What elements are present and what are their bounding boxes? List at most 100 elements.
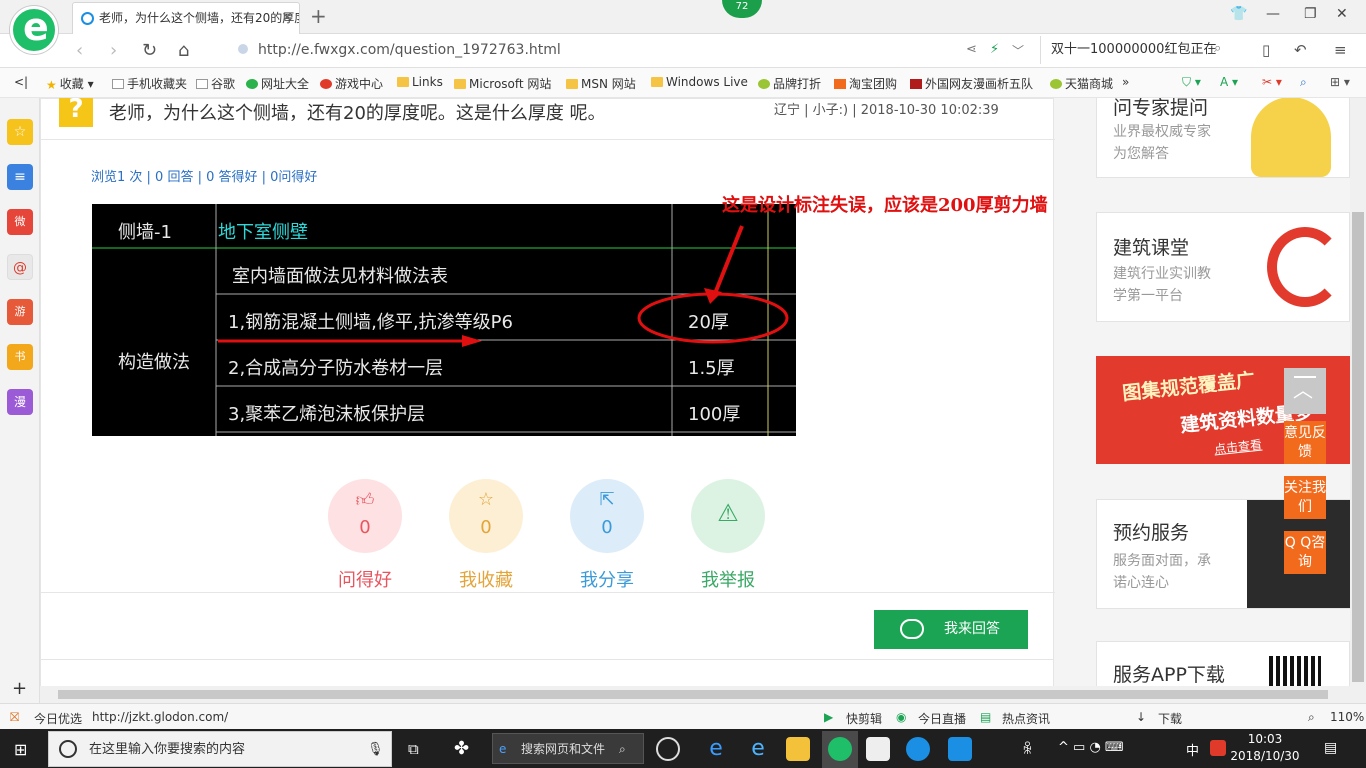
file-explorer-icon[interactable] [786, 737, 810, 761]
feedback-button[interactable]: 意见反馈 [1284, 421, 1326, 464]
reload-icon[interactable]: ↻ [142, 40, 157, 61]
home-icon[interactable]: ⌂ [178, 40, 189, 61]
scissors-icon[interactable]: ✂ ▾ [1262, 75, 1282, 89]
favorite-label[interactable]: 我收藏 [436, 566, 536, 592]
swirl-app-icon[interactable] [656, 737, 680, 761]
bookmark-brand[interactable]: 品牌打折 [758, 75, 821, 92]
add-sidebar-button[interactable]: + [12, 678, 27, 699]
favorites-star-icon[interactable]: ☆ [7, 119, 33, 145]
taskbar-search-input[interactable]: 在这里输入你要搜索的内容 🎙︎ [48, 731, 392, 767]
glodon-app-icon[interactable] [906, 737, 930, 761]
download-icon[interactable]: ↓ [1136, 710, 1146, 724]
today-picks[interactable]: 今日优选 [34, 710, 82, 727]
follow-button[interactable]: 关注我们 [1284, 476, 1326, 519]
maximize-icon[interactable]: ❐ [1304, 6, 1317, 22]
bookmark-favorites[interactable]: ★ 收藏 ▾ [46, 75, 94, 92]
menu-icon[interactable]: ≡ [1334, 41, 1347, 59]
favorite-button[interactable]: ☆ 0 [449, 479, 523, 553]
bookmark-mobile[interactable]: 手机收藏夹 [112, 75, 187, 92]
people-icon[interactable]: ꆜ [1022, 740, 1033, 758]
sogou-icon[interactable] [1210, 740, 1226, 756]
list-icon[interactable]: ≡ [7, 164, 33, 190]
app-card[interactable]: 服务APP下载 [1096, 641, 1350, 686]
windows-start-icon[interactable]: ⊞ [14, 740, 27, 759]
ie-icon[interactable]: e [746, 737, 770, 761]
ime-indicator[interactable]: 中 [1186, 740, 1199, 759]
game-icon[interactable]: 游 [7, 299, 33, 325]
shield-icon[interactable]: ⛉ ▾ [1182, 75, 1201, 90]
collapse-icon[interactable]: <| [14, 75, 28, 89]
more-bookmarks-icon[interactable]: » [1122, 75, 1129, 89]
qq-consult-button[interactable]: Q Q咨询 [1284, 531, 1326, 574]
news-link[interactable]: 热点资讯 [1002, 710, 1050, 727]
site-info-icon[interactable] [238, 44, 248, 54]
taskbar-browser-active[interactable] [822, 731, 858, 768]
minimize-icon[interactable]: — [1266, 6, 1280, 22]
bookmark-games[interactable]: 游戏中心 [320, 75, 383, 92]
kuaijian-link[interactable]: 快剪辑 [846, 710, 882, 727]
magnifier-icon[interactable]: ⌕ [1300, 75, 1307, 90]
edge-icon[interactable]: e [704, 737, 728, 761]
book-icon[interactable]: 书 [7, 344, 33, 370]
mail-app-icon[interactable] [866, 737, 890, 761]
bookmark-google[interactable]: 谷歌 [196, 75, 235, 92]
microphone-icon[interactable]: 🎙︎ [367, 732, 384, 768]
tray-icons[interactable]: ^ ▭ ◔ ⌨ [1058, 740, 1124, 755]
search-icon[interactable]: ⌕ [619, 734, 626, 764]
bookmark-microsoft[interactable]: Microsoft 网站 [454, 75, 551, 92]
good-question-button[interactable]: 👍︎ 0 [328, 479, 402, 553]
zoom-icon[interactable]: ⌕ [1308, 710, 1315, 725]
gift-icon[interactable]: ⛝ [10, 710, 19, 725]
lightning-icon[interactable]: ⚡ [990, 42, 999, 57]
bookmark-taobao[interactable]: 淘宝团购 [834, 75, 897, 92]
grid-icon[interactable]: ⊞ ▾ [1330, 75, 1350, 89]
bookmark-hao[interactable]: 网址大全 [246, 75, 309, 92]
share-label[interactable]: 我分享 [557, 566, 657, 592]
tab-active[interactable]: 老师，为什么这个侧墙，还有20的厚度呢。这是什么厚度 呢。 ✕ [72, 2, 300, 34]
share-button[interactable]: ⇱ 0 [570, 479, 644, 553]
comic-icon[interactable]: 漫 [7, 389, 33, 415]
question-stats[interactable]: 浏览1 次 | 0 回答 | 0 答得好 | 0问得好 [91, 166, 317, 185]
horizontal-scroll-thumb[interactable] [58, 690, 1328, 699]
translate-icon[interactable]: A ▾ [1220, 75, 1238, 89]
task-view-icon[interactable]: ⧉ [408, 740, 419, 758]
course-card[interactable]: 建筑课堂 建筑行业实训教 学第一平台 [1096, 212, 1350, 322]
mail-icon[interactable]: @ [7, 254, 33, 280]
search-icon[interactable]: ⌕ [1214, 41, 1221, 56]
share-icon[interactable]: ⋖ [966, 42, 977, 57]
forward-icon[interactable]: › [110, 40, 117, 61]
weibo-icon[interactable]: 微 [7, 209, 33, 235]
bookmark-links[interactable]: Links [397, 75, 443, 89]
close-window-icon[interactable]: ✕ [1336, 6, 1348, 22]
web-search-box[interactable]: e 搜索网页和文件 ⌕ [492, 733, 644, 764]
search-input[interactable]: 双十一100000000红包正在 [1040, 36, 1238, 64]
url-input[interactable]: http://e.fwxgx.com/question_1972763.html [238, 36, 958, 64]
back-to-top-button[interactable]: ︿ [1284, 368, 1326, 414]
report-button[interactable]: ⚠ [691, 479, 765, 553]
new-tab-button[interactable]: + [310, 4, 327, 28]
plus-app-icon[interactable] [948, 737, 972, 761]
promo-link[interactable]: 点击查看 [1213, 436, 1263, 458]
mobile-icon[interactable]: ▯ [1262, 41, 1270, 59]
back-icon[interactable]: ‹ [76, 40, 83, 61]
notification-center-icon[interactable]: ▤ [1324, 740, 1337, 756]
download-link[interactable]: 下载 [1158, 710, 1182, 727]
vertical-scroll-thumb[interactable] [1352, 212, 1364, 682]
good-question-label[interactable]: 问得好 [315, 566, 415, 592]
live-link[interactable]: 今日直播 [918, 710, 966, 727]
bookmark-windows-live[interactable]: Windows Live [651, 75, 748, 89]
pinwheel-icon[interactable]: ✤ [454, 738, 469, 759]
bookmark-msn[interactable]: MSN 网站 [566, 75, 636, 92]
cad-drawing-image[interactable]: 侧墙-1 地下室侧壁 室内墙面做法见材料做法表 1,钢筋混凝土侧墙,修平,抗渗等… [92, 204, 796, 436]
system-clock[interactable]: 10:03 2018/10/30 [1230, 731, 1300, 765]
shirt-icon[interactable]: 👕 [1230, 6, 1247, 22]
chevron-down-icon[interactable]: ﹀ [1012, 42, 1024, 59]
bookmark-comic[interactable]: 外国网友漫画析五队 [910, 75, 1033, 92]
browser-logo-icon[interactable] [10, 5, 58, 54]
bookmark-tmall[interactable]: 天猫商城 [1050, 75, 1113, 92]
tab-close-icon[interactable]: ✕ [281, 3, 293, 33]
answer-button[interactable]: 我来回答 [874, 610, 1028, 649]
expert-card[interactable]: 问专家提问 业界最权威专家 为您解答 [1096, 98, 1350, 178]
undo-icon[interactable]: ↶ [1294, 41, 1307, 59]
zoom-level[interactable]: 110% [1330, 710, 1364, 724]
